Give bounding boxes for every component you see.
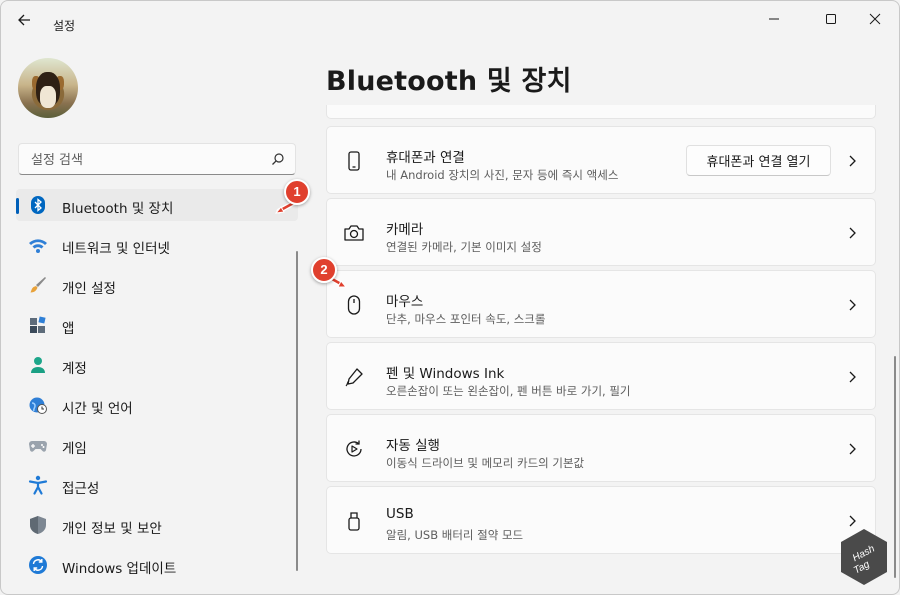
step-badge-1: 1 (284, 179, 310, 205)
sidebar-item-network[interactable]: 네트워크 및 인터넷 (16, 229, 298, 261)
gamepad-icon (29, 441, 47, 452)
close-icon (869, 13, 881, 25)
sidebar-item-label: 개인 설정 (62, 281, 116, 297)
wifi-icon (29, 239, 47, 253)
card-title: USB (386, 506, 414, 522)
settings-search[interactable] (18, 143, 296, 175)
content-scrollbar[interactable] (894, 356, 896, 578)
card-usb[interactable]: USB 알림, USB 배터리 절약 모드 (326, 486, 876, 554)
accessibility-icon (28, 475, 48, 495)
sidebar-item-label: Bluetooth 및 장치 (62, 201, 174, 217)
pen-icon (345, 368, 363, 387)
back-button[interactable] (15, 11, 35, 29)
card-title: 휴대폰과 연결 (386, 150, 465, 166)
card-subtitle: 내 Android 장치의 사진, 문자 등에 즉시 액세스 (386, 168, 619, 182)
card-autoplay[interactable]: 자동 실행 이동식 드라이브 및 메모리 카드의 기본값 (326, 414, 876, 482)
mouse-icon (347, 295, 361, 315)
card-title: 펜 및 Windows Ink (386, 366, 505, 382)
card-subtitle: 연결된 카메라, 기본 이미지 설정 (386, 240, 542, 254)
card-partial (326, 105, 876, 119)
watermark-logo: Hash Tag (839, 528, 889, 586)
sidebar-item-personalization[interactable]: 개인 설정 (16, 269, 298, 301)
autoplay-icon (346, 440, 362, 457)
sidebar-item-label: 게임 (62, 441, 87, 457)
settings-window: 설정 Bluetooth 및 장치 네트워크 및 인터넷 개인 설정 (0, 0, 900, 595)
sidebar-item-time-language[interactable]: 시간 및 언어 (16, 389, 298, 421)
sidebar-item-bluetooth[interactable]: Bluetooth 및 장치 (16, 189, 298, 221)
card-phone-link[interactable]: 휴대폰과 연결 내 Android 장치의 사진, 문자 등에 즉시 액세스 휴… (326, 126, 876, 194)
card-subtitle: 단추, 마우스 포인터 속도, 스크롤 (386, 312, 546, 326)
chevron-right-icon (849, 371, 856, 383)
chevron-right-icon (849, 299, 856, 311)
close-button[interactable] (863, 9, 887, 29)
sidebar-item-label: 접근성 (62, 481, 100, 497)
apps-icon (30, 316, 46, 333)
card-title: 자동 실행 (386, 438, 440, 454)
title-bar: 설정 (1, 1, 899, 37)
card-subtitle: 이동식 드라이브 및 메모리 카드의 기본값 (386, 456, 585, 470)
card-subtitle: 알림, USB 배터리 절약 모드 (386, 528, 524, 542)
minimize-icon (769, 18, 779, 20)
chevron-right-icon (849, 227, 856, 239)
sidebar-item-privacy[interactable]: 개인 정보 및 보안 (16, 509, 298, 541)
sidebar-item-apps[interactable]: 앱 (16, 309, 298, 341)
card-pen-windows-ink[interactable]: 펜 및 Windows Ink 오른손잡이 또는 왼손잡이, 펜 버튼 바로 가… (326, 342, 876, 410)
minimize-button[interactable] (762, 9, 786, 29)
step-badge-2: 2 (311, 257, 337, 283)
selection-indicator (16, 198, 19, 214)
chevron-right-icon (849, 443, 856, 455)
sidebar-item-label: 앱 (62, 321, 75, 337)
bluetooth-icon (31, 196, 45, 214)
usb-icon (348, 512, 360, 531)
shield-icon (30, 516, 46, 534)
maximize-icon (826, 14, 836, 24)
search-input[interactable] (29, 150, 263, 170)
chevron-right-icon (849, 155, 856, 167)
brush-icon (30, 277, 46, 293)
sidebar-item-accounts[interactable]: 계정 (16, 349, 298, 381)
update-icon (29, 556, 47, 574)
globe-clock-icon (29, 397, 47, 414)
sidebar-item-accessibility[interactable]: 접근성 (16, 469, 298, 501)
sidebar-item-gaming[interactable]: 게임 (16, 429, 298, 461)
sidebar-item-label: Windows 업데이트 (62, 561, 177, 577)
open-phone-link-button[interactable]: 휴대폰과 연결 열기 (686, 145, 831, 176)
sidebar-item-label: 개인 정보 및 보안 (62, 521, 162, 537)
window-title: 설정 (53, 19, 76, 33)
camera-icon (344, 225, 364, 241)
card-camera[interactable]: 카메라 연결된 카메라, 기본 이미지 설정 (326, 198, 876, 266)
sidebar-scrollbar[interactable] (296, 251, 298, 571)
sidebar-nav: Bluetooth 및 장치 네트워크 및 인터넷 개인 설정 앱 계정 시간 … (16, 189, 298, 589)
card-subtitle: 오른손잡이 또는 왼손잡이, 펜 버튼 바로 가기, 필기 (386, 384, 631, 398)
avatar[interactable] (18, 58, 78, 118)
hashtag-logo-icon: Hash Tag (841, 529, 887, 585)
chevron-right-icon (849, 515, 856, 527)
card-title: 카메라 (386, 222, 424, 238)
sidebar-item-label: 시간 및 언어 (62, 401, 133, 417)
sidebar-item-label: 계정 (62, 361, 87, 377)
account-icon (31, 357, 45, 373)
sidebar-item-label: 네트워크 및 인터넷 (62, 241, 170, 257)
card-title: 마우스 (386, 294, 424, 310)
search-icon[interactable] (271, 152, 285, 166)
page-title: Bluetooth 및 장치 (326, 66, 572, 97)
back-arrow-icon (18, 14, 30, 26)
card-mouse[interactable]: 마우스 단추, 마우스 포인터 속도, 스크롤 (326, 270, 876, 338)
sidebar-item-windows-update[interactable]: Windows 업데이트 (16, 549, 298, 581)
phone-icon (348, 151, 360, 171)
maximize-button[interactable] (819, 9, 843, 29)
